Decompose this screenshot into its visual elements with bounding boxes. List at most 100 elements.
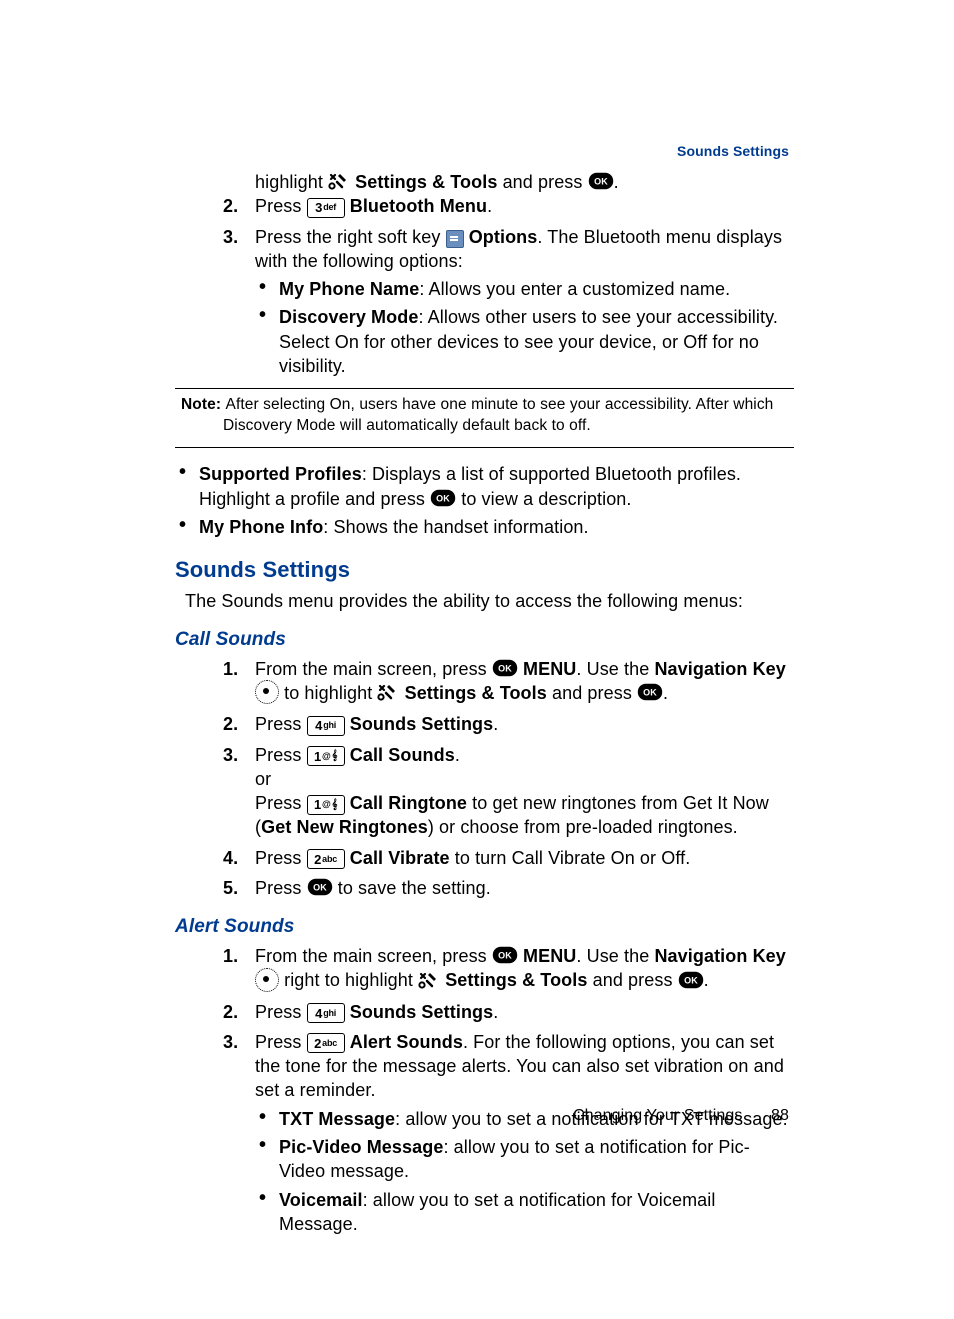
- navigation-key-icon: [255, 680, 279, 704]
- ok-key-icon: [492, 946, 518, 964]
- text: .: [493, 714, 498, 734]
- label-navigation-key: Navigation Key: [654, 946, 785, 966]
- label-get-new-ringtones: Get New Ringtones: [261, 817, 428, 837]
- step-3: Press the right soft key Options. The Bl…: [255, 225, 794, 379]
- bullet-pic-video-message: Pic-Video Message: allow you to set a no…: [279, 1135, 794, 1184]
- sounds-intro: The Sounds menu provides the ability to …: [185, 589, 794, 613]
- bullet-label: Discovery Mode: [279, 307, 418, 327]
- text: Press: [255, 1002, 307, 1022]
- bullet-my-phone-info: My Phone Info: Shows the handset informa…: [199, 515, 794, 539]
- footer-page-number: 88: [771, 1105, 789, 1127]
- label-settings-tools: Settings & Tools: [355, 172, 497, 192]
- note-label: Note:: [181, 396, 226, 413]
- bullet-desc: : Allows you enter a customized name.: [419, 279, 730, 299]
- key-1-icon: 1@𝄞: [307, 746, 345, 766]
- heading-alert-sounds: Alert Sounds: [175, 914, 794, 940]
- options-bullets-continued: Supported Profiles: Displays a list of s…: [175, 462, 794, 539]
- label-navigation-key: Navigation Key: [654, 659, 785, 679]
- text: .: [704, 970, 709, 990]
- step-2: Press 4ghi Sounds Settings.: [255, 712, 794, 736]
- step-5: Press to save the setting.: [255, 876, 794, 900]
- options-bullets: My Phone Name: Allows you enter a custom…: [255, 277, 794, 378]
- text: Press: [255, 745, 307, 765]
- text: Press: [255, 1032, 307, 1052]
- label-menu: MENU: [523, 946, 576, 966]
- ok-key-icon: [307, 878, 333, 896]
- divider: [175, 388, 794, 389]
- text: From the main screen, press: [255, 659, 492, 679]
- bullet-discovery-mode: Discovery Mode: Allows other users to se…: [279, 305, 794, 378]
- bullet-label: My Phone Name: [279, 279, 419, 299]
- text: Press: [255, 793, 307, 813]
- key-1-icon: 1@𝄞: [307, 795, 345, 815]
- key-2-icon: 2abc: [307, 849, 345, 869]
- continuation-line: highlight Settings & Tools and press .: [195, 170, 794, 194]
- text: and press: [503, 172, 588, 192]
- text-or: or: [255, 767, 794, 791]
- step-2: Press 4ghi Sounds Settings.: [255, 1000, 794, 1024]
- heading-sounds-settings: Sounds Settings: [175, 555, 794, 585]
- label-bluetooth-menu: Bluetooth Menu: [350, 196, 487, 216]
- heading-call-sounds: Call Sounds: [175, 627, 794, 653]
- label-settings-tools: Settings & Tools: [445, 970, 587, 990]
- text: .: [487, 196, 492, 216]
- text: and press: [552, 683, 637, 703]
- label-call-vibrate: Call Vibrate: [350, 848, 450, 868]
- bullet-supported-profiles: Supported Profiles: Displays a list of s…: [199, 462, 794, 511]
- tools-icon: [377, 683, 399, 701]
- step-1: From the main screen, press MENU. Use th…: [255, 657, 794, 707]
- bullet-label: Pic-Video Message: [279, 1137, 443, 1157]
- ok-key-icon: [588, 172, 614, 190]
- text: to highlight: [284, 683, 377, 703]
- tools-icon: [328, 172, 350, 190]
- label-alert-sounds: Alert Sounds: [350, 1032, 463, 1052]
- step-2: Press 3def Bluetooth Menu.: [255, 194, 794, 218]
- key-4-icon: 4ghi: [307, 716, 345, 736]
- text: From the main screen, press: [255, 946, 492, 966]
- alert-sounds-steps: From the main screen, press MENU. Use th…: [175, 944, 794, 1236]
- key-3-icon: 3def: [307, 198, 345, 218]
- text: .: [493, 1002, 498, 1022]
- manual-page: Sounds Settings highlight Settings & Too…: [0, 0, 954, 1319]
- footer-chapter: Changing Your Settings: [573, 1107, 742, 1124]
- step-1: From the main screen, press MENU. Use th…: [255, 944, 794, 994]
- bullet-label: Voicemail: [279, 1190, 363, 1210]
- text: right to highlight: [284, 970, 418, 990]
- running-header: Sounds Settings: [677, 142, 789, 161]
- bullet-my-phone-name: My Phone Name: Allows you enter a custom…: [279, 277, 794, 301]
- right-soft-key-icon: [446, 230, 464, 248]
- label-options: Options: [469, 227, 538, 247]
- tools-icon: [418, 971, 440, 989]
- text: .: [663, 683, 668, 703]
- ok-key-icon: [492, 659, 518, 677]
- text: Press: [255, 196, 307, 216]
- label-call-ringtone: Call Ringtone: [350, 793, 467, 813]
- text: ) or choose from pre-loaded ringtones.: [428, 817, 738, 837]
- label-sounds-settings: Sounds Settings: [350, 1002, 494, 1022]
- bullet-label: TXT Message: [279, 1109, 395, 1129]
- call-sounds-steps: From the main screen, press MENU. Use th…: [175, 657, 794, 901]
- text: Press the right soft key: [255, 227, 446, 247]
- text: . Use the: [576, 659, 654, 679]
- text: to turn Call Vibrate On or Off.: [450, 848, 691, 868]
- label-sounds-settings: Sounds Settings: [350, 714, 494, 734]
- text: highlight: [255, 172, 328, 192]
- label-call-sounds: Call Sounds: [350, 745, 455, 765]
- label-menu: MENU: [523, 659, 576, 679]
- navigation-key-icon: [255, 968, 279, 992]
- note-text: After selecting On, users have one minut…: [223, 396, 773, 434]
- step-3: Press 2abc Alert Sounds. For the followi…: [255, 1030, 794, 1236]
- bullet-label: My Phone Info: [199, 517, 323, 537]
- page-footer: Changing Your Settings 88: [573, 1105, 789, 1127]
- text: Press: [255, 848, 307, 868]
- text: Press: [255, 878, 307, 898]
- text: .: [455, 745, 460, 765]
- ok-key-icon: [430, 489, 456, 507]
- ok-key-icon: [678, 971, 704, 989]
- text: .: [614, 172, 619, 192]
- step-3: Press 1@𝄞 Call Sounds. or Press 1@𝄞 Call…: [255, 743, 794, 840]
- bullet-label: Supported Profiles: [199, 464, 362, 484]
- key-4-icon: 4ghi: [307, 1003, 345, 1023]
- bluetooth-steps: Press 3def Bluetooth Menu. Press the rig…: [175, 194, 794, 378]
- key-2-icon: 2abc: [307, 1033, 345, 1053]
